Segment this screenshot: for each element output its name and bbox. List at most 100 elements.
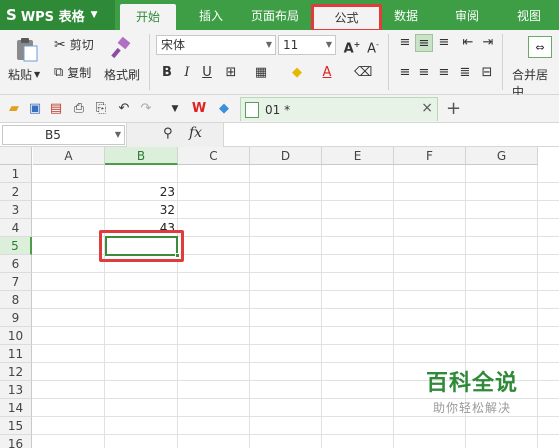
row-header-4[interactable]: 4 [0,219,32,237]
row-header-10[interactable]: 10 [0,327,32,345]
align-left-icon[interactable]: ≡ [396,64,414,82]
clear-format-icon[interactable]: ⌫ [354,64,372,82]
cell-b2[interactable]: 23 [105,183,178,201]
quick-access-toolbar: ▰ ▣ ▤ ⎙ ⎘ ↶ ↷ ▼ W ◆ 01 * × + [0,95,559,123]
indent-icon[interactable]: ⇥ [479,34,497,52]
print-preview-icon[interactable]: ⎘ [93,101,109,117]
gridline [32,290,559,291]
export-pdf-icon[interactable]: ▤ [48,101,64,117]
align-right-icon[interactable]: ≡ [435,64,453,82]
copy-icon: ⧉ [54,65,64,80]
highlight-box [99,230,184,262]
justify-icon[interactable]: ≣ [456,64,474,82]
row-header-6[interactable]: 6 [0,255,32,273]
tab-data[interactable]: 数据 [386,0,426,30]
fill-pattern-icon[interactable]: ▦ [252,64,270,82]
ribbon-tab-bar: S WPS 表格 ▼ 开始 插入 页面布局 公式 数据 审阅 视图 [0,0,559,32]
align-top-icon[interactable]: ≡ [396,34,414,52]
column-header-b[interactable]: B [105,147,178,165]
column-header-d[interactable]: D [250,147,322,165]
close-icon[interactable]: × [421,100,433,116]
app-menu-button[interactable]: S WPS 表格 ▼ [0,0,115,30]
outdent-icon[interactable]: ⇤ [459,34,477,52]
document-tab-name: 01 * [265,102,291,117]
underline-icon[interactable]: U [198,64,216,82]
select-all-corner[interactable] [0,147,32,165]
align-bottom-icon[interactable]: ≡ [435,34,453,52]
insert-function-button[interactable]: fx [189,125,202,141]
gridline [32,326,559,327]
font-size-select[interactable]: 11 ▼ [278,35,336,55]
row-header-11[interactable]: 11 [0,345,32,363]
add-tab-icon[interactable]: + [446,98,461,119]
row-header-16[interactable]: 16 [0,435,32,448]
tab-page-layout[interactable]: 页面布局 [242,0,308,30]
paste-button[interactable]: 粘贴 ▼ [8,66,40,83]
decrease-font-icon[interactable]: A- [364,36,382,56]
cell-b3[interactable]: 32 [105,201,178,219]
column-header-g[interactable]: G [466,147,538,165]
font-size-value: 11 [283,38,299,52]
cloud-cube-icon[interactable]: ◆ [216,101,232,117]
distribute-icon[interactable]: ⊟ [478,64,496,82]
row-header-8[interactable]: 8 [0,291,32,309]
format-painter-button[interactable]: 格式刷 [104,66,140,83]
font-color-icon[interactable]: A [318,64,336,82]
copy-label: 复制 [67,66,92,80]
column-header-a[interactable]: A [33,147,105,165]
border-icon[interactable]: ⊞ [222,64,240,82]
open-folder-icon[interactable]: ▰ [6,101,22,117]
paste-label: 粘贴 [8,68,33,82]
align-middle-icon[interactable]: ≡ [415,34,433,52]
undo-icon[interactable]: ↶ [116,101,132,117]
chevron-down-icon[interactable]: ▼ [167,101,183,117]
print-icon[interactable]: ⎙ [71,101,87,117]
column-header-e[interactable]: E [322,147,394,165]
row-header-12[interactable]: 12 [0,363,32,381]
italic-icon[interactable]: I [178,64,196,82]
divider [502,34,503,90]
fill-color-icon[interactable]: ◆ [288,64,306,82]
scissors-icon: ✂ [54,36,66,53]
row-header-3[interactable]: 3 [0,201,32,219]
redo-icon[interactable]: ↷ [138,101,154,117]
cut-label: 剪切 [69,38,94,52]
tab-view[interactable]: 视图 [506,0,552,30]
watermark: 百科全说 助你轻松解决 [402,365,542,421]
row-header-15[interactable]: 15 [0,417,32,435]
row-header-5[interactable]: 5 [0,237,32,255]
copy-button[interactable]: ⧉ 复制 [54,64,91,81]
tab-home[interactable]: 开始 [120,4,176,30]
column-header-f[interactable]: F [394,147,466,165]
row-header-7[interactable]: 7 [0,273,32,291]
tab-formulas[interactable]: 公式 [311,4,382,32]
watermark-subtitle: 助你轻松解决 [432,401,511,415]
tab-review[interactable]: 审阅 [444,0,490,30]
spreadsheet-file-icon [245,101,259,118]
font-name-select[interactable]: 宋体 ▼ [156,35,276,55]
merge-center-icon[interactable]: ⇔ [528,36,552,58]
bold-icon[interactable]: B [158,64,176,82]
row-header-9[interactable]: 9 [0,309,32,327]
gridline [32,272,559,273]
zoom-icon[interactable]: ⚲ [163,126,173,141]
wps-home-icon[interactable]: W [191,101,207,117]
row-header-13[interactable]: 13 [0,381,32,399]
row-header-14[interactable]: 14 [0,399,32,417]
cut-button[interactable]: ✂ 剪切 [54,36,94,53]
tab-insert[interactable]: 插入 [188,0,234,30]
formula-bar: B5 ▼ ⚲ fx [0,123,559,147]
paste-icon[interactable] [10,36,44,62]
gridline [32,344,559,345]
name-box[interactable]: B5 ▼ [2,125,125,145]
document-tab[interactable]: 01 * × [240,97,438,121]
increase-font-icon[interactable]: A+ [343,36,361,56]
app-name: WPS 表格 [20,9,85,25]
row-header-2[interactable]: 2 [0,183,32,201]
format-painter-icon[interactable] [110,36,134,60]
row-header-1[interactable]: 1 [0,165,32,183]
chevron-down-icon: ▼ [265,40,272,49]
column-header-c[interactable]: C [178,147,250,165]
align-center-icon[interactable]: ≡ [415,64,433,82]
save-icon[interactable]: ▣ [27,101,43,117]
